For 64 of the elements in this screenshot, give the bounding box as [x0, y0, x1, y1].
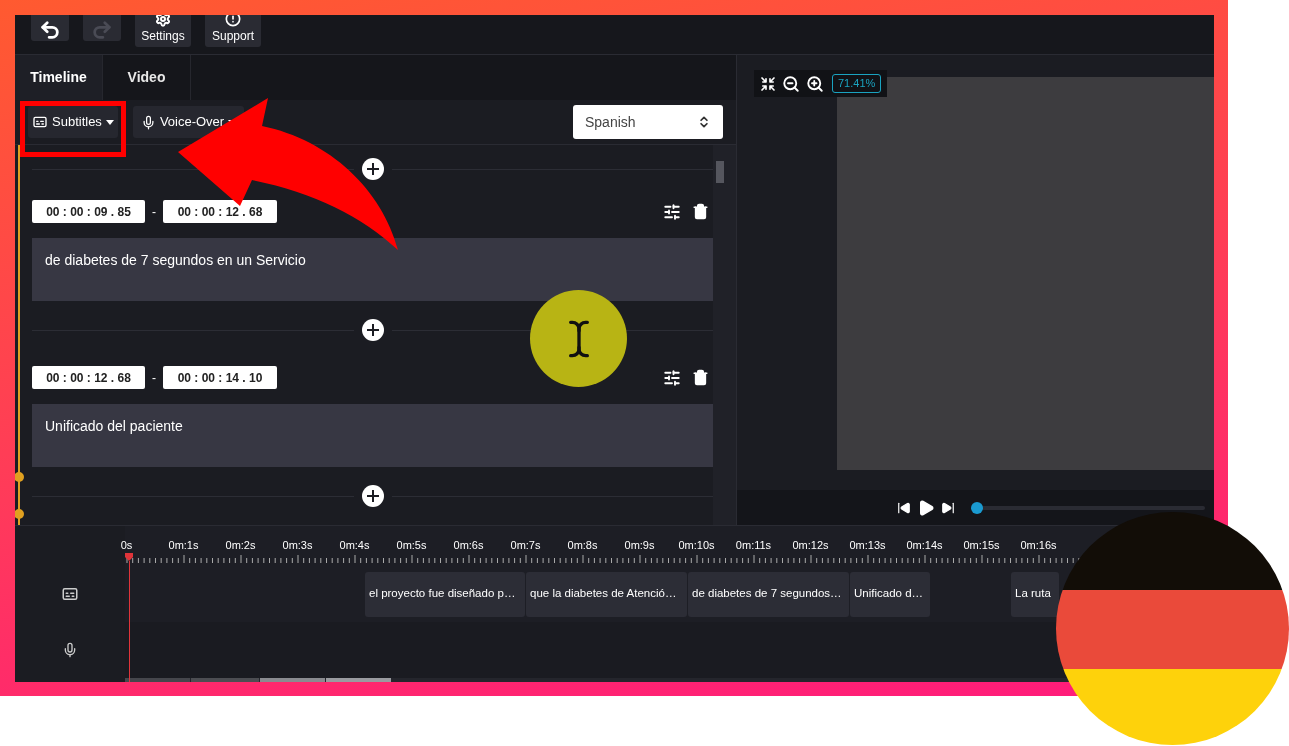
- redo-icon: [91, 19, 113, 41]
- tab[interactable]: Timeline: [15, 55, 103, 100]
- plus-icon: [366, 490, 379, 502]
- skip-back-icon[interactable]: [897, 500, 911, 515]
- playhead-marker[interactable]: [125, 553, 133, 561]
- zoom-in-icon[interactable]: [806, 74, 824, 93]
- time-label: 0m:10s: [677, 539, 716, 552]
- captions-icon: [61, 585, 79, 603]
- time-label: 0m:9s: [623, 539, 656, 552]
- time-label: 0m:8s: [566, 539, 599, 552]
- time-label: 0m:2s: [224, 539, 257, 552]
- start-time-field[interactable]: 00 : 00 : 09 . 85: [32, 200, 145, 223]
- time-label: 0m:7s: [509, 539, 542, 552]
- settings-icon: [155, 15, 171, 27]
- add-subtitle-button[interactable]: [361, 485, 384, 507]
- time-label: 0m:4s: [338, 539, 371, 552]
- time-label: 0m:16s: [1019, 539, 1058, 552]
- sliders-icon[interactable]: [663, 202, 681, 221]
- time-label: 0m:14s: [905, 539, 944, 552]
- subtitles-button[interactable]: Subtitles: [28, 106, 118, 138]
- subtitle-clip[interactable]: el proyecto fue diseñado p…: [365, 571, 525, 617]
- subtitle-clip[interactable]: de diabetes de 7 segundos…: [688, 571, 849, 617]
- language-select[interactable]: Spanish: [573, 105, 723, 139]
- time-label: 0m:12s: [791, 539, 830, 552]
- subtitle-text-field[interactable]: Unificado del paciente: [32, 404, 713, 467]
- subtitle-clip[interactable]: Unificado d…: [850, 571, 930, 617]
- time-label: 0m:6s: [452, 539, 485, 552]
- end-time-field[interactable]: 00 : 00 : 12 . 68: [163, 200, 277, 223]
- skip-forward-icon[interactable]: [941, 500, 955, 515]
- plus-icon: [366, 324, 379, 336]
- time-label: 0m:11s: [734, 539, 773, 552]
- plus-icon: [366, 163, 379, 175]
- sliders-icon[interactable]: [663, 368, 681, 387]
- time-label: 0s: [119, 539, 134, 552]
- subtitle-clip[interactable]: La ruta: [1011, 571, 1059, 617]
- mic-icon: [140, 114, 156, 130]
- start-time-field[interactable]: 00 : 00 : 12 . 68: [32, 366, 145, 389]
- trash-icon[interactable]: [692, 203, 709, 220]
- play-icon[interactable]: [917, 498, 935, 517]
- time-label: 0m:15s: [962, 539, 1001, 552]
- add-subtitle-button[interactable]: [361, 319, 384, 341]
- add-subtitle-button[interactable]: [361, 158, 384, 180]
- info-icon: [225, 15, 241, 27]
- dash: -: [152, 369, 156, 387]
- subtitle-clip[interactable]: que la diabetes de Atenció…: [526, 571, 687, 617]
- scrollbar-thumb[interactable]: [716, 161, 724, 183]
- time-label: 0m:1s: [167, 539, 200, 552]
- trash-icon[interactable]: [692, 369, 709, 386]
- time-label: 0m:5s: [395, 539, 428, 552]
- subtitle-text-field[interactable]: de diabetes de 7 segundos en un Servicio: [32, 238, 713, 301]
- zoom-level: 71.41%: [832, 74, 882, 93]
- captions-icon: [32, 114, 48, 130]
- undo-icon: [39, 19, 61, 41]
- progress-thumb[interactable]: [971, 501, 983, 514]
- shrink-icon[interactable]: [760, 75, 776, 92]
- dash: -: [152, 203, 156, 221]
- settings-button[interactable]: Settings: [135, 15, 191, 47]
- updown-icon: [697, 115, 711, 129]
- time-label: 0m:13s: [848, 539, 887, 552]
- zoom-out-icon[interactable]: [782, 74, 800, 93]
- end-time-field[interactable]: 00 : 00 : 14 . 10: [163, 366, 277, 389]
- mic-icon: [62, 642, 78, 658]
- time-label: 0m:3s: [281, 539, 314, 552]
- support-button[interactable]: Support: [205, 15, 261, 47]
